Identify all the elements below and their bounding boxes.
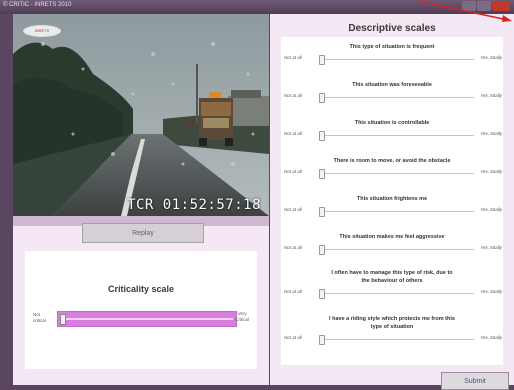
scale-question: I have a riding style which protects me … bbox=[329, 316, 455, 330]
scale-min-label: Not at all bbox=[284, 207, 302, 212]
descriptive-scales-title: Descriptive scales bbox=[348, 23, 436, 34]
scale-item: This situation frightens me Not at all Yes… bbox=[281, 191, 503, 229]
scales-list: This type of situation is frequent Not at… bbox=[281, 37, 503, 365]
left-panel: INRETS TCR 01:52:57:18 Replay Criticalit… bbox=[13, 14, 269, 385]
video-frame: INRETS TCR 01:52:57:18 bbox=[13, 14, 269, 216]
scale-slider-track[interactable] bbox=[319, 249, 474, 250]
scale-item: I often have to manage this type of risk… bbox=[281, 267, 503, 305]
scale-slider-track[interactable] bbox=[319, 59, 474, 60]
window-title: © CRITIC - INRETS 2010 bbox=[3, 2, 72, 8]
scale-item: This type of situation is frequent Not at… bbox=[281, 39, 503, 77]
maximize-button[interactable] bbox=[477, 1, 491, 11]
timecode: TCR 01:52:57:18 bbox=[127, 197, 261, 213]
title-bar: © CRITIC - INRETS 2010 bbox=[0, 0, 514, 14]
criticality-panel: Criticality scale Not critical Very Critic… bbox=[25, 251, 257, 369]
close-button[interactable] bbox=[492, 1, 510, 11]
inrets-logo: INRETS bbox=[23, 25, 61, 37]
scale-slider-handle[interactable] bbox=[319, 169, 325, 179]
scale-min-label: Not at all bbox=[284, 55, 302, 60]
scale-item: There is room to move, or avoid the obst… bbox=[281, 153, 503, 191]
criticality-slider-handle[interactable] bbox=[60, 314, 66, 325]
scale-item: This situation is controllable Not at all… bbox=[281, 115, 503, 153]
right-panel: Descriptive scales This type of situatio… bbox=[270, 14, 514, 390]
scale-min-label: Not at all bbox=[284, 245, 302, 250]
criticality-slider[interactable] bbox=[57, 311, 237, 327]
criticality-min-label: Not critical bbox=[33, 312, 46, 323]
scale-slider-handle[interactable] bbox=[319, 131, 325, 141]
scale-slider-handle[interactable] bbox=[319, 335, 325, 345]
road-scene-image bbox=[13, 14, 269, 216]
scale-item: This situation was foreseeable Not at all… bbox=[281, 77, 503, 115]
scale-question: I often have to manage this type of risk… bbox=[331, 270, 453, 284]
scale-item: This situation makes me feel aggressive N… bbox=[281, 229, 503, 267]
scale-slider-handle[interactable] bbox=[319, 55, 325, 65]
scale-slider-handle[interactable] bbox=[319, 245, 325, 255]
scale-question: This situation was foreseeable bbox=[352, 82, 432, 88]
scale-max-label: Yes, totally bbox=[480, 169, 502, 174]
scale-max-label: Yes, totally bbox=[480, 207, 502, 212]
scale-max-label: Yes, totally bbox=[480, 131, 502, 136]
scale-max-label: Yes, totally bbox=[480, 289, 502, 294]
scale-question: There is room to move, or avoid the obst… bbox=[333, 158, 451, 164]
criticality-max-label: Very Critical bbox=[235, 311, 249, 322]
submit-button[interactable]: Submit bbox=[441, 372, 509, 390]
scale-min-label: Not at all bbox=[284, 169, 302, 174]
replay-button[interactable]: Replay bbox=[82, 223, 204, 243]
scale-min-label: Not at all bbox=[284, 93, 302, 98]
scale-question: This type of situation is frequent bbox=[349, 44, 435, 50]
scale-slider-track[interactable] bbox=[319, 211, 474, 212]
scale-slider-track[interactable] bbox=[319, 135, 474, 136]
scale-slider-track[interactable] bbox=[319, 339, 474, 340]
scale-slider-handle[interactable] bbox=[319, 207, 325, 217]
scale-max-label: Yes, totally bbox=[480, 93, 502, 98]
scale-max-label: Yes, totally bbox=[480, 245, 502, 250]
scale-slider-track[interactable] bbox=[319, 293, 474, 294]
criticality-title: Criticality scale bbox=[107, 284, 175, 294]
scale-slider-track[interactable] bbox=[319, 173, 474, 174]
minimize-button[interactable] bbox=[462, 1, 476, 11]
scale-slider-handle[interactable] bbox=[319, 289, 325, 299]
scale-question: This situation is controllable bbox=[354, 120, 430, 126]
scale-max-label: Yes, totally bbox=[480, 55, 502, 60]
scale-question: This situation makes me feel aggressive bbox=[339, 234, 445, 240]
scale-min-label: Not at all bbox=[284, 289, 302, 294]
window-controls bbox=[462, 1, 510, 12]
scale-question: This situation frightens me bbox=[356, 196, 428, 202]
scale-min-label: Not at all bbox=[284, 131, 302, 136]
scale-item: I have a riding style which protects me … bbox=[281, 313, 503, 351]
scale-min-label: Not at all bbox=[284, 335, 302, 340]
scale-slider-handle[interactable] bbox=[319, 93, 325, 103]
scale-max-label: Yes, totally bbox=[480, 335, 502, 340]
scale-slider-track[interactable] bbox=[319, 97, 474, 98]
